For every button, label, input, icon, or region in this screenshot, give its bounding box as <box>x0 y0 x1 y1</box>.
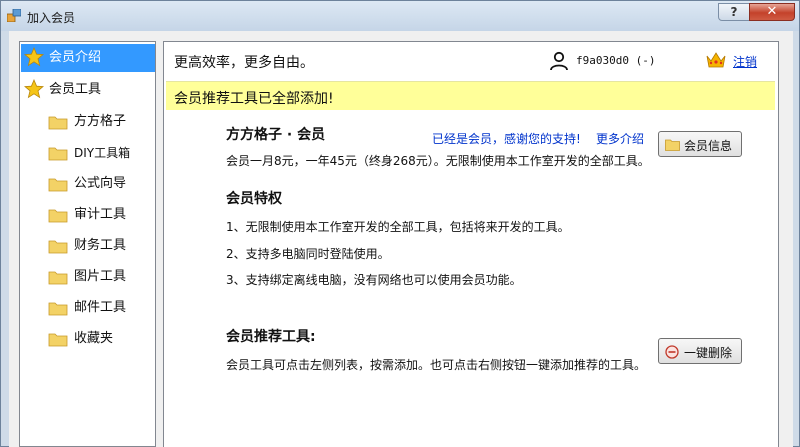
window-title: 加入会员 <box>27 11 76 25</box>
sidebar-item-label: 审计工具 <box>74 207 127 222</box>
folder-icon <box>48 333 68 347</box>
logout-link[interactable]: 注销 <box>733 53 757 70</box>
member-info-label: 会员信息 <box>684 139 733 153</box>
sidebar-item-label: 财务工具 <box>74 238 127 253</box>
banner-text: 会员推荐工具已全部添加! <box>174 91 334 107</box>
sidebar-item-label: 会员工具 <box>49 82 102 97</box>
more-info-link[interactable]: 更多介绍 <box>596 130 644 147</box>
crown-icon <box>706 52 726 68</box>
sidebar-item-label: 会员介绍 <box>49 50 102 65</box>
sidebar-item-mail-tools[interactable]: 邮件工具 <box>48 294 153 322</box>
recommended-title: 会员推荐工具: <box>226 329 316 345</box>
user-id: f9a030d0 (-) <box>576 54 656 67</box>
sidebar-item-audit-tools[interactable]: 审计工具 <box>48 201 153 229</box>
sidebar-item-image-tools[interactable]: 图片工具 <box>48 263 153 291</box>
folder-icon <box>48 209 68 223</box>
sidebar-item-diy-toolbox[interactable]: DIY工具箱 <box>48 139 153 167</box>
title-bar[interactable]: 加入会员 ? ✕ <box>1 1 799 31</box>
close-button[interactable]: ✕ <box>749 3 795 21</box>
sidebar-item-fangfang[interactable]: 方方格子 <box>48 108 153 136</box>
sidebar-item-member-tools[interactable]: 会员工具 <box>22 76 154 104</box>
privilege-item: 1、无限制使用本工作室开发的全部工具，包括将来开发的工具。 <box>226 220 570 234</box>
privileges-title: 会员特权 <box>226 191 282 207</box>
recommended-description: 会员工具可点击左侧列表，按需添加。也可点击右侧按钮一键添加推荐的工具。 <box>226 358 647 372</box>
already-member-link[interactable]: 已经是会员，感谢您的支持! <box>432 130 581 147</box>
main-panel: 更高效率，更多自由。 f9a030d0 (-) 注销 会员推荐工具已全部添加! … <box>163 41 779 447</box>
sidebar-item-label: DIY工具箱 <box>74 146 131 160</box>
sidebar-item-label: 方方格子 <box>74 114 127 129</box>
membership-title: 方方格子 · 会员 <box>226 127 326 143</box>
folder-icon <box>48 178 68 192</box>
sidebar-item-label: 邮件工具 <box>74 300 127 315</box>
delete-all-button[interactable]: 一键删除 <box>658 338 742 364</box>
folder-icon <box>48 271 68 285</box>
star-icon <box>24 47 44 67</box>
page-title: 更高效率，更多自由。 <box>174 55 314 71</box>
help-button[interactable]: ? <box>718 3 750 21</box>
privilege-item: 2、支持多电脑同时登陆使用。 <box>226 247 390 261</box>
folder-icon <box>48 116 68 130</box>
sidebar-item-favorites[interactable]: 收藏夹 <box>48 325 153 353</box>
sidebar-item-finance-tools[interactable]: 财务工具 <box>48 232 153 260</box>
sidebar-item-label: 公式向导 <box>74 176 127 191</box>
folder-icon <box>48 240 68 254</box>
remove-icon <box>665 345 679 359</box>
folder-icon <box>665 139 680 151</box>
price-text: 会员一月8元，一年45元（终身268元）。无限制使用本工作室开发的全部工具。 <box>226 154 650 168</box>
delete-all-label: 一键删除 <box>684 346 733 360</box>
member-info-button[interactable]: 会员信息 <box>658 131 742 157</box>
sidebar-item-label: 收藏夹 <box>74 331 114 346</box>
user-icon <box>550 51 568 71</box>
folder-icon <box>48 147 68 161</box>
sidebar-item-formula-wizard[interactable]: 公式向导 <box>48 170 153 198</box>
sidebar-item-label: 图片工具 <box>74 269 127 284</box>
star-icon <box>24 79 44 99</box>
sidebar: 会员介绍 会员工具 方方格子 DIY工具箱 公式向导 审计工具 财务工具 图片工… <box>19 41 156 447</box>
privilege-item: 3、支持绑定离线电脑，没有网络也可以使用会员功能。 <box>226 273 522 287</box>
folder-icon <box>48 302 68 316</box>
status-banner: 会员推荐工具已全部添加! <box>166 81 775 110</box>
sidebar-item-member-intro[interactable]: 会员介绍 <box>21 44 155 72</box>
app-window-icon <box>7 9 21 22</box>
